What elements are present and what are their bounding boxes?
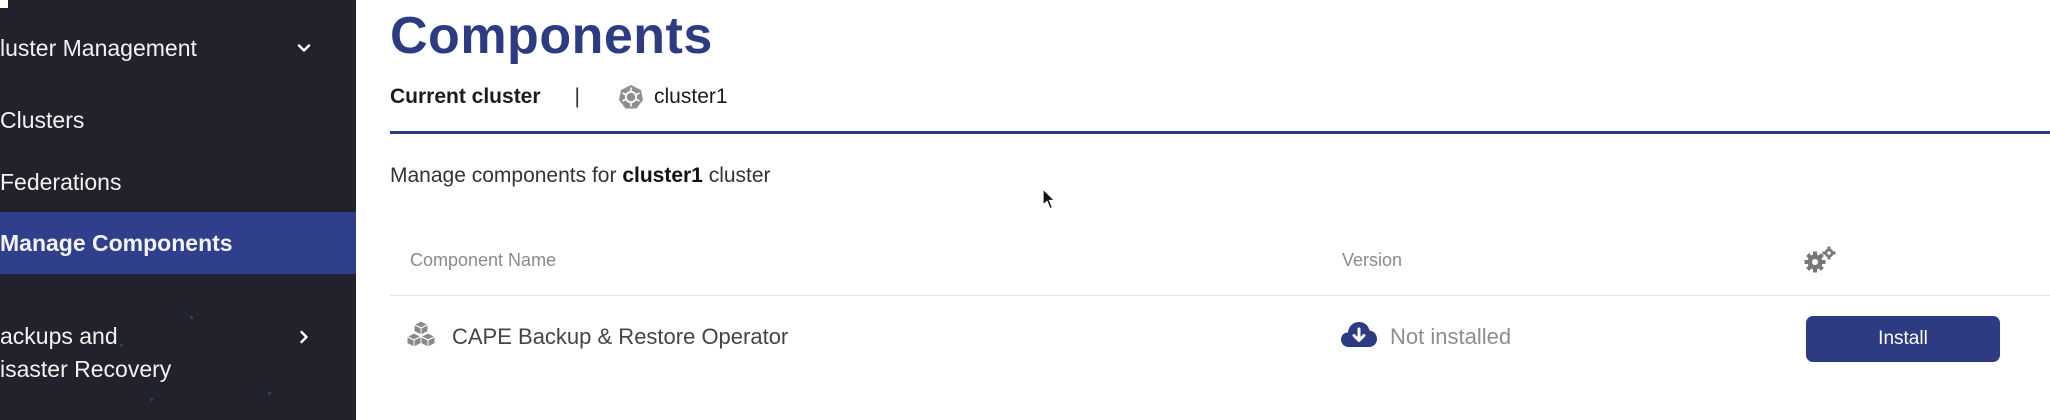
main-content: Components Current cluster | cluster1 Ma… (356, 0, 2050, 420)
sidebar-item-label: ackups and (0, 323, 118, 349)
component-version-status: Not installed (1390, 324, 1512, 349)
column-header-component-name: Component Name (410, 250, 557, 270)
sidebar-item-label: isaster Recovery (0, 356, 172, 382)
install-button[interactable]: Install (1806, 316, 2000, 362)
description-prefix: Manage components for (390, 164, 617, 187)
sidebar: luster Management Clusters Federations M… (0, 0, 356, 420)
separator: | (574, 85, 581, 108)
sidebar-item-label: luster Management (0, 34, 197, 61)
current-cluster-name[interactable]: cluster1 (654, 85, 728, 109)
table-header: Component Name Version (390, 240, 2050, 296)
sidebar-top-mark (0, 0, 8, 8)
current-cluster-label: Current cluster (390, 85, 541, 108)
table-row: CAPE Backup & Restore Operator Not insta… (390, 306, 2050, 370)
cloud-download-icon (1341, 322, 1377, 347)
gears-icon (1804, 246, 1836, 273)
sidebar-item-federations[interactable]: Federations (0, 160, 356, 204)
header-divider (390, 131, 2050, 134)
kubernetes-icon (619, 85, 644, 109)
chevron-down-icon (297, 44, 311, 52)
decor-dot (268, 392, 271, 395)
mouse-cursor-icon (1042, 188, 1056, 210)
chevron-right-icon (300, 330, 308, 344)
page-title: Components (390, 7, 713, 65)
page-description: Manage components for cluster1 cluster (390, 164, 771, 188)
sidebar-item-label: Federations (0, 168, 122, 195)
current-cluster-bar: Current cluster | cluster1 (390, 84, 728, 110)
cubes-icon (406, 320, 436, 348)
sidebar-item-clusters[interactable]: Clusters (0, 98, 356, 142)
sidebar-item-label: Clusters (0, 106, 85, 133)
sidebar-item-cluster-management[interactable]: luster Management (0, 26, 356, 70)
description-suffix: cluster (708, 164, 771, 187)
sidebar-item-backups-disaster-recovery[interactable]: ackups and isaster Recovery (0, 320, 356, 390)
sidebar-item-manage-components[interactable]: Manage Components (0, 212, 356, 274)
component-name: CAPE Backup & Restore Operator (452, 324, 789, 349)
description-cluster-name: cluster1 (622, 164, 703, 187)
decor-dot (150, 398, 153, 401)
decor-dot (190, 316, 193, 319)
sidebar-item-label: Manage Components (0, 229, 233, 256)
column-header-version: Version (1342, 250, 1403, 270)
